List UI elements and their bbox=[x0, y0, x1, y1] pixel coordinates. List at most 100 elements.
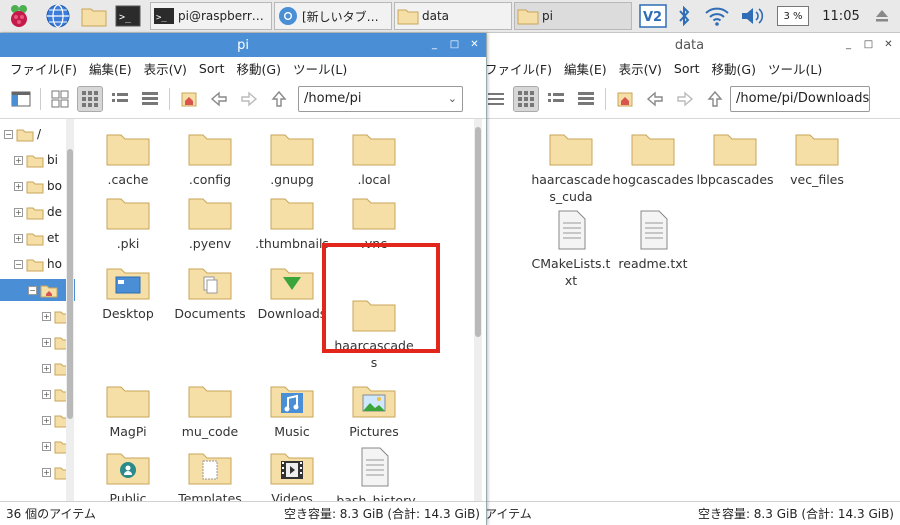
tree-item[interactable]: − / bbox=[0, 123, 41, 145]
file-item[interactable]: .pki bbox=[86, 193, 170, 252]
tree-item[interactable]: + bbox=[0, 305, 72, 327]
vnc-icon[interactable]: V2 bbox=[638, 3, 668, 29]
scroll-thumb[interactable] bbox=[475, 127, 481, 337]
file-item[interactable]: .pyenv bbox=[168, 193, 252, 252]
bluetooth-icon[interactable] bbox=[672, 3, 696, 29]
close-icon[interactable]: ✕ bbox=[467, 37, 482, 52]
menu-file[interactable]: ファイル(F) bbox=[4, 59, 83, 78]
up-icon[interactable] bbox=[266, 86, 292, 112]
tree-scrollbar[interactable] bbox=[66, 119, 74, 501]
file-item[interactable]: Music bbox=[250, 381, 334, 440]
view-detail-icon[interactable] bbox=[137, 86, 163, 112]
menu-tools[interactable]: ツール(L) bbox=[762, 59, 828, 78]
tree-item[interactable]: + bo bbox=[0, 175, 62, 197]
maximize-icon[interactable]: □ bbox=[861, 37, 876, 52]
file-item[interactable]: .cache bbox=[86, 129, 170, 188]
menu-edit[interactable]: 編集(E) bbox=[558, 59, 613, 78]
close-icon[interactable]: ✕ bbox=[881, 37, 896, 52]
expand-icon[interactable]: + bbox=[42, 415, 51, 425]
terminal-launcher-icon[interactable]: >_ bbox=[114, 3, 142, 29]
path-field[interactable]: /home/pi/Downloads bbox=[730, 85, 870, 112]
file-item[interactable]: .local bbox=[332, 129, 416, 188]
raspberry-menu-icon[interactable] bbox=[6, 3, 32, 29]
tree-item[interactable]: + bbox=[0, 435, 72, 457]
maximize-icon[interactable]: □ bbox=[447, 37, 462, 52]
path-field[interactable]: /home/pi ⌄ bbox=[298, 85, 463, 112]
tree-item-selected[interactable]: − bbox=[0, 279, 75, 301]
tree-item[interactable]: + bbox=[0, 357, 72, 379]
menu-go[interactable]: 移動(G) bbox=[231, 59, 287, 78]
task-pi-folder[interactable]: pi bbox=[514, 2, 632, 30]
menu-go[interactable]: 移動(G) bbox=[706, 59, 762, 78]
web-browser-icon[interactable] bbox=[44, 3, 72, 29]
expand-icon[interactable]: + bbox=[14, 233, 23, 243]
menu-sort[interactable]: Sort bbox=[668, 61, 706, 76]
file-item[interactable]: MagPi bbox=[86, 381, 170, 440]
file-item[interactable]: lbpcascades bbox=[693, 129, 777, 188]
tree-item[interactable]: + et bbox=[0, 227, 59, 249]
view-thumbnail-icon[interactable] bbox=[47, 86, 73, 112]
tree-item[interactable]: + bbox=[0, 331, 72, 353]
tree-item[interactable]: − ho bbox=[0, 253, 62, 275]
clock[interactable]: 11:05 bbox=[818, 3, 864, 29]
expand-icon[interactable]: + bbox=[42, 389, 51, 399]
file-item[interactable]: Templates bbox=[168, 448, 252, 507]
tree-item[interactable]: + bbox=[0, 461, 72, 483]
expand-icon[interactable]: + bbox=[42, 311, 51, 321]
file-item[interactable]: .bash_history bbox=[332, 446, 416, 509]
home-icon[interactable] bbox=[176, 86, 202, 112]
view-compact-icon[interactable] bbox=[543, 86, 569, 112]
file-item[interactable]: CMakeLists.txt bbox=[529, 209, 613, 289]
menu-tools[interactable]: ツール(L) bbox=[287, 59, 353, 78]
tree-item[interactable]: + bbox=[0, 383, 72, 405]
file-manager-icon[interactable] bbox=[80, 3, 108, 29]
window-titlebar[interactable]: pi _ □ ✕ bbox=[0, 33, 486, 57]
menu-sort[interactable]: Sort bbox=[193, 61, 231, 76]
file-item[interactable]: Videos bbox=[250, 448, 334, 507]
file-item[interactable]: .config bbox=[168, 129, 252, 188]
task-chromium[interactable]: [新しいタブ… bbox=[274, 2, 392, 30]
tree-item[interactable]: + bi bbox=[0, 149, 58, 171]
forward-icon[interactable] bbox=[672, 86, 698, 112]
menu-edit[interactable]: 編集(E) bbox=[83, 59, 138, 78]
wifi-icon[interactable] bbox=[702, 3, 732, 29]
view-detail-icon[interactable] bbox=[573, 86, 599, 112]
menu-view[interactable]: 表示(V) bbox=[613, 59, 668, 78]
collapse-icon[interactable]: − bbox=[4, 129, 13, 139]
back-icon[interactable] bbox=[206, 86, 232, 112]
task-data-folder[interactable]: data bbox=[394, 2, 512, 30]
menu-file[interactable]: ファイル(F) bbox=[479, 59, 558, 78]
expand-icon[interactable]: + bbox=[14, 181, 23, 191]
expand-icon[interactable]: + bbox=[14, 155, 23, 165]
expand-icon[interactable]: + bbox=[42, 337, 51, 347]
tree-item[interactable]: + de bbox=[0, 201, 62, 223]
file-item[interactable]: readme.txt bbox=[611, 209, 695, 272]
path-dropdown-icon[interactable]: ⌄ bbox=[448, 92, 457, 105]
scroll-thumb[interactable] bbox=[67, 149, 73, 419]
collapse-icon[interactable]: − bbox=[28, 285, 37, 295]
file-item[interactable]: Public bbox=[86, 448, 170, 507]
eject-icon[interactable] bbox=[870, 3, 894, 29]
back-icon[interactable] bbox=[642, 86, 668, 112]
sidebar-toggle-icon[interactable] bbox=[8, 86, 34, 112]
file-item[interactable]: vec_files bbox=[775, 129, 859, 188]
file-item[interactable]: haarcascades_cuda bbox=[529, 129, 613, 205]
file-item[interactable]: mu_code bbox=[168, 381, 252, 440]
forward-icon[interactable] bbox=[236, 86, 262, 112]
file-item[interactable]: Documents bbox=[168, 263, 252, 322]
main-scrollbar[interactable] bbox=[474, 119, 482, 501]
expand-icon[interactable]: + bbox=[42, 363, 51, 373]
file-item[interactable]: .gnupg bbox=[250, 129, 334, 188]
expand-icon[interactable]: + bbox=[42, 441, 51, 451]
up-icon[interactable] bbox=[702, 86, 728, 112]
file-item[interactable]: hogcascades bbox=[611, 129, 695, 188]
menu-view[interactable]: 表示(V) bbox=[138, 59, 193, 78]
file-item[interactable]: Desktop bbox=[86, 263, 170, 322]
expand-icon[interactable]: + bbox=[14, 207, 23, 217]
view-icons-icon[interactable] bbox=[77, 85, 103, 112]
view-icons-icon[interactable] bbox=[513, 85, 539, 112]
window-titlebar[interactable]: data _ □ ✕ bbox=[479, 33, 900, 57]
tree-item[interactable]: + bbox=[0, 409, 72, 431]
expand-icon[interactable]: + bbox=[42, 467, 51, 477]
view-compact-icon[interactable] bbox=[107, 86, 133, 112]
